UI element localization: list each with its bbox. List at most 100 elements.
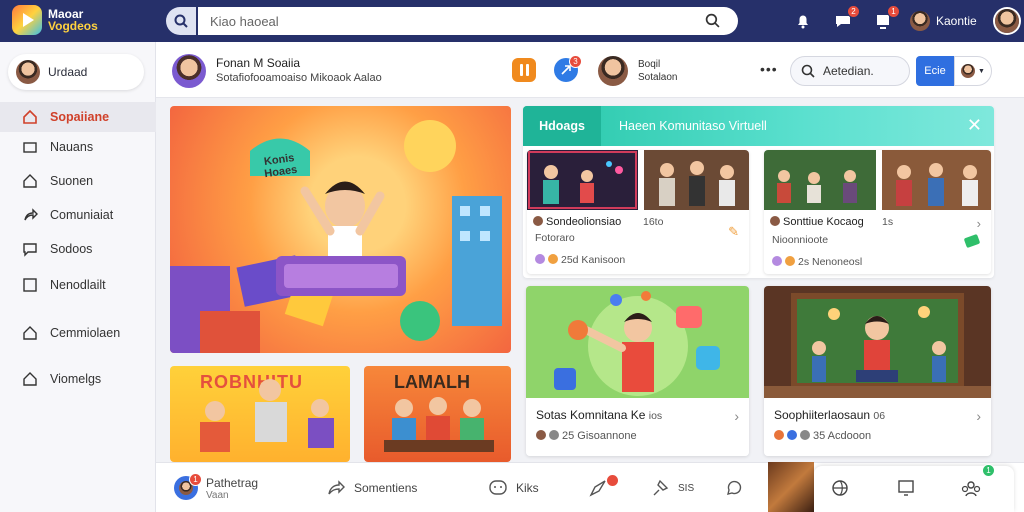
purple-dot-icon bbox=[535, 254, 545, 264]
bottom-item-3-label: Kiks bbox=[516, 481, 539, 495]
bottom-item-4-badge-icon bbox=[606, 473, 619, 487]
bell-icon bbox=[798, 15, 808, 29]
bottom-quick-panel: 1 bbox=[814, 464, 1014, 512]
room-card-1-meta-row: 25d Kanisoon bbox=[535, 254, 625, 266]
sidebar-item-0[interactable]: Sopaiiane bbox=[0, 102, 156, 132]
messages-badge: 2 bbox=[847, 5, 860, 18]
thumbnail-left[interactable]: ROBNHITU bbox=[170, 366, 350, 462]
home-icon bbox=[23, 326, 37, 340]
bottom-item-4[interactable] bbox=[588, 463, 629, 512]
comment-icon bbox=[727, 480, 742, 495]
channel-subtitle: Sotafiofooamoaiso Mikoaok Aalao bbox=[216, 72, 382, 84]
sidebar-item-4[interactable]: Sodoos bbox=[0, 234, 156, 264]
bottom-avatar-button: 1 bbox=[174, 473, 202, 500]
orange-dot-icon bbox=[774, 430, 784, 440]
sidebar-item-7[interactable]: Viomelgs bbox=[0, 364, 156, 394]
bottom-thumbnail[interactable] bbox=[768, 462, 814, 512]
more-options-icon[interactable]: ••• bbox=[760, 61, 778, 77]
app-logo[interactable]: Maoar Vogdeos bbox=[12, 5, 108, 35]
chevron-right-icon[interactable]: › bbox=[734, 408, 739, 424]
feature-card-1-meta: 25 Gisoannone bbox=[562, 430, 637, 442]
messages-button[interactable]: 2 bbox=[830, 5, 860, 34]
pause-icon bbox=[525, 64, 529, 76]
send-icon bbox=[589, 480, 606, 497]
bottom-item-6[interactable] bbox=[724, 463, 744, 512]
chat-icon bbox=[23, 243, 37, 257]
sidebar-item-label: Suonen bbox=[50, 174, 94, 188]
header-search[interactable]: Aetedian. bbox=[790, 56, 910, 86]
share-button[interactable]: 3 bbox=[554, 55, 582, 82]
sidebar-item-6[interactable]: Cemmiolaen bbox=[0, 318, 156, 348]
search-field[interactable] bbox=[198, 7, 738, 35]
contact-line2: Sotalaon bbox=[638, 72, 678, 83]
feature-card-2[interactable]: Soophiiterlaosaun 06 › 35 Acdooon bbox=[764, 286, 991, 456]
sidebar-item-label: Comuniaiat bbox=[50, 208, 114, 222]
contact-avatar[interactable] bbox=[598, 56, 628, 86]
room-card-1-image bbox=[527, 150, 749, 210]
globe-icon[interactable] bbox=[830, 478, 850, 498]
channel-header: Fonan M Soaiia Sotafiofooamoaiso Mikoaok… bbox=[156, 42, 1024, 98]
action-button[interactable]: Ecie bbox=[916, 56, 954, 86]
account-switcher[interactable]: ▼ bbox=[954, 56, 992, 86]
pause-button[interactable] bbox=[512, 58, 536, 82]
search-button[interactable] bbox=[166, 7, 196, 35]
bottom-item-2[interactable]: Somentiens bbox=[326, 463, 417, 512]
feature-card-2-tag: 06 bbox=[873, 410, 886, 422]
play-logo-icon bbox=[12, 5, 42, 35]
thumbnail-right[interactable]: LAMALH bbox=[364, 366, 511, 462]
channel-avatar[interactable] bbox=[172, 54, 206, 88]
room-tab[interactable]: Hdoags bbox=[523, 106, 601, 146]
search-input[interactable] bbox=[210, 13, 690, 29]
top-actions: 2 1 Kaontie bbox=[790, 5, 1019, 34]
room-card-1[interactable]: Sondeolionsiao 16to Fotoraro ✎ 25d Kanis… bbox=[527, 150, 749, 274]
user-avatar bbox=[910, 11, 930, 31]
bottom-item-5[interactable]: SIS bbox=[650, 463, 694, 512]
purple-dot-icon bbox=[772, 256, 782, 266]
sidebar-item-label: Nenodlailt bbox=[50, 278, 106, 292]
grey-dot-icon bbox=[800, 430, 810, 440]
bottom-item-1-sub: Vaan bbox=[206, 489, 229, 501]
sidebar-avatar bbox=[16, 60, 40, 84]
smile-chat-icon bbox=[489, 480, 507, 495]
feature-card-1-title: Sotas Komnitana Ke bbox=[536, 408, 646, 422]
room-card-2-title-row: Sonttiue Kocaog bbox=[770, 216, 864, 228]
search-icon bbox=[174, 14, 188, 28]
magnifier-icon[interactable] bbox=[705, 13, 720, 28]
feature-card-1[interactable]: Sotas Komnitana Ke ios › 25 Gisoannone bbox=[526, 286, 749, 456]
bottom-item-1[interactable]: 1 Pathetrag Vaan bbox=[174, 463, 258, 512]
room-card-2[interactable]: Sonttiue Kocaog 1s Nioonnioote › 2s Neno… bbox=[764, 150, 991, 274]
room-card-2-meta: 2s Nenoneosl bbox=[798, 256, 863, 268]
hero-art bbox=[170, 120, 502, 353]
chevron-right-icon[interactable]: › bbox=[977, 216, 981, 231]
feature-card-2-caption: Soophiiterlaosaun 06 › 35 Acdooon bbox=[764, 398, 991, 456]
bottom-item-3[interactable]: Kiks bbox=[488, 463, 539, 512]
feature-card-2-meta-row: 35 Acdooon bbox=[774, 430, 871, 442]
orange-dot-icon bbox=[785, 256, 795, 266]
people-badge: 1 bbox=[982, 464, 995, 477]
share-icon bbox=[328, 480, 345, 495]
hero-illustration[interactable]: Konis Hoaes bbox=[170, 106, 511, 353]
profile-avatar[interactable] bbox=[994, 9, 1019, 33]
sidebar-item-5[interactable]: Nenodlailt bbox=[0, 270, 156, 300]
thumbnail-left-art bbox=[200, 379, 334, 452]
user-menu[interactable]: Kaontie bbox=[910, 11, 977, 31]
header-search-label: Aetedian. bbox=[823, 64, 874, 78]
sidebar-item-label: Sopaiiane bbox=[50, 110, 110, 124]
sidebar-profile[interactable]: Urdaad bbox=[8, 54, 144, 90]
pencil-icon[interactable]: ✎ bbox=[728, 224, 739, 240]
sidebar-item-2[interactable]: Suonen bbox=[0, 166, 156, 196]
sidebar-item-1[interactable]: Nauans bbox=[0, 132, 156, 162]
monitor-icon[interactable] bbox=[896, 478, 916, 498]
feature-card-1-image bbox=[526, 286, 749, 398]
people-icon[interactable] bbox=[960, 478, 982, 498]
search-icon bbox=[801, 64, 815, 78]
upload-button[interactable] bbox=[790, 8, 816, 34]
home-icon bbox=[23, 372, 37, 386]
chevron-right-icon[interactable]: › bbox=[976, 408, 981, 424]
home-icon bbox=[23, 109, 37, 124]
sidebar-item-3[interactable]: Comuniaiat bbox=[0, 200, 156, 230]
sidebar-item-label: Sodoos bbox=[50, 242, 93, 256]
close-icon[interactable]: ✕ bbox=[967, 116, 982, 134]
notifications-button[interactable]: 1 bbox=[870, 5, 900, 34]
grey-dot-icon bbox=[549, 430, 559, 440]
